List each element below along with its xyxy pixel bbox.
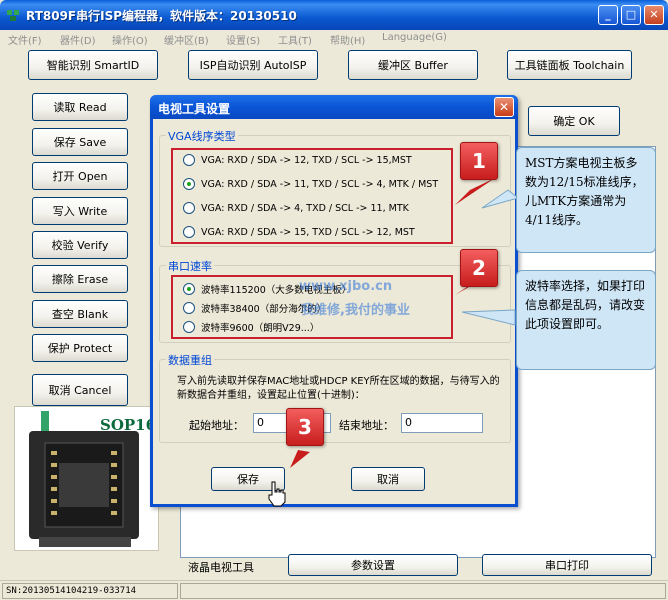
- callout-number-1: 1: [460, 142, 498, 180]
- callout-bubble-2: 波特率选择，如果打印信息都是乱码，请改变此项设置即可。: [516, 270, 656, 370]
- callout-number-2: 2: [460, 249, 498, 287]
- callout-bubble-1: MST方案电视主板多数为12/15标准线序，儿MTK方案通常为4/11线序。: [516, 147, 656, 253]
- callout-number-3: 3: [286, 408, 324, 446]
- bubble-1-pointer: [481, 189, 520, 209]
- callout-1-pointer: [455, 178, 495, 205]
- callout-3-pointer: [290, 450, 310, 468]
- bubble-2-pointer: [461, 309, 516, 326]
- hand-cursor-icon: [268, 481, 286, 507]
